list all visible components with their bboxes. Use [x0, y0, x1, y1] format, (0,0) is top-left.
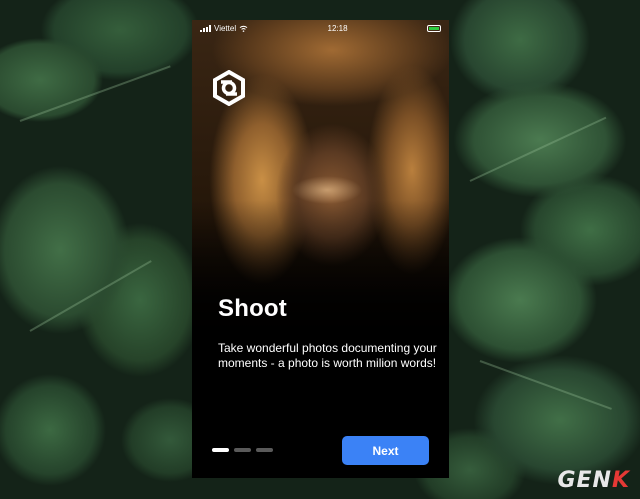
carrier-name: Viettel [214, 23, 237, 33]
page-dot-1 [212, 448, 229, 452]
leaf-vein [19, 65, 171, 122]
leaf-vein [479, 360, 612, 410]
battery-icon [427, 24, 441, 32]
photo-gradient [192, 200, 449, 350]
wifi-icon [239, 25, 248, 32]
watermark-prefix: GEN [557, 468, 612, 493]
status-bar: Viettel 12:18 [192, 20, 449, 36]
leaf-vein [29, 260, 152, 332]
page-dot-3 [256, 448, 273, 452]
status-time: 12:18 [327, 23, 348, 33]
status-left: Viettel [200, 24, 248, 33]
onboarding-title: Shoot [218, 295, 287, 322]
phone-screen: Viettel 12:18 Shoot Take wonderful photo… [192, 20, 449, 478]
battery-level [429, 26, 439, 30]
signal-icon [200, 24, 211, 32]
page-indicator [212, 448, 273, 452]
camera-hexagon-icon [213, 70, 245, 106]
leaf-vein [469, 116, 607, 182]
watermark-accent: K [611, 468, 630, 493]
next-button[interactable]: Next [342, 436, 429, 465]
genk-watermark-logo: GEN K [557, 468, 630, 493]
page-dot-2 [234, 448, 251, 452]
onboarding-description: Take wonderful photos documenting your m… [218, 341, 437, 370]
